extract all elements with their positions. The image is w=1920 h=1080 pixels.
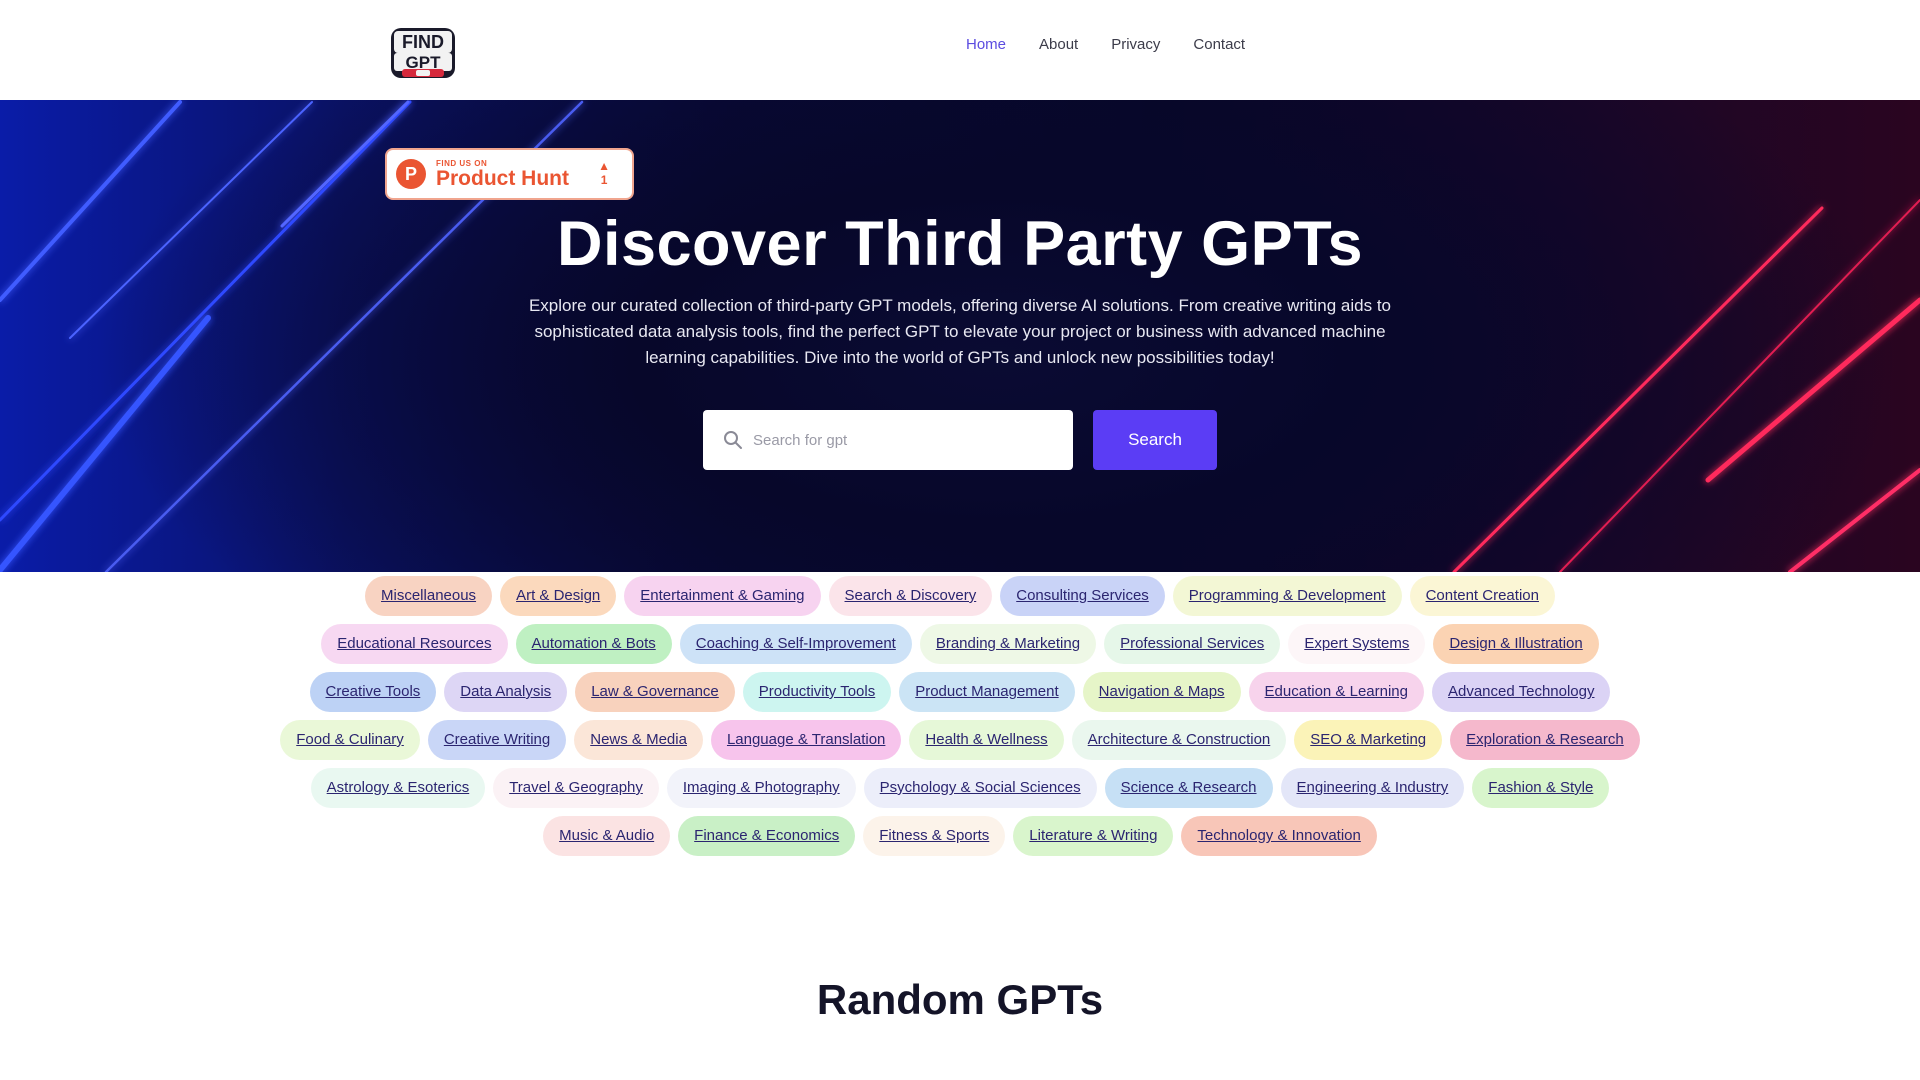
search-input[interactable] <box>753 431 1053 449</box>
product-hunt-logo-icon: P <box>396 159 426 189</box>
category-tag[interactable]: Food & Culinary <box>280 720 420 760</box>
category-tag[interactable]: Fashion & Style <box>1472 768 1610 808</box>
category-tag[interactable]: Education & Learning <box>1248 672 1424 712</box>
product-hunt-name: Product Hunt <box>436 166 569 190</box>
random-gpts-heading: Random GPTs <box>816 976 1104 1023</box>
category-tag[interactable]: Literature & Writing <box>1013 816 1174 856</box>
category-tag[interactable]: Design & Illustration <box>1433 624 1599 664</box>
category-tag[interactable]: Technology & Innovation <box>1181 816 1377 856</box>
hero-description: Explore our curated collection of third-… <box>528 296 1392 367</box>
category-tag[interactable]: Miscellaneous <box>365 576 493 616</box>
category-tag[interactable]: Fitness & Sports <box>863 816 1006 856</box>
nav-contact-link[interactable]: Contact <box>1193 36 1245 53</box>
category-tag[interactable]: Architecture & Construction <box>1071 720 1287 760</box>
category-tag[interactable]: Creative Tools <box>309 672 437 712</box>
main-nav: Home About Privacy Contact <box>966 36 1245 53</box>
category-tag[interactable]: Health & Wellness <box>909 720 1064 760</box>
search-box <box>703 410 1073 470</box>
category-tag[interactable]: Astrology & Esoterics <box>310 768 486 808</box>
category-tag[interactable]: SEO & Marketing <box>1294 720 1443 760</box>
category-tag[interactable]: Psychology & Social Sciences <box>863 768 1097 808</box>
category-tag[interactable]: Science & Research <box>1104 768 1273 808</box>
category-tag[interactable]: Programming & Development <box>1172 576 1402 616</box>
category-tag[interactable]: Content Creation <box>1409 576 1555 616</box>
category-tag[interactable]: Product Management <box>899 672 1075 712</box>
category-tag[interactable]: Imaging & Photography <box>666 768 856 808</box>
product-hunt-votes: ▲ 1 <box>598 159 610 187</box>
site-header: FIND GPT Home About Privacy Contact <box>0 0 1920 100</box>
category-tag[interactable]: Engineering & Industry <box>1280 768 1465 808</box>
category-tag[interactable]: Automation & Bots <box>515 624 672 664</box>
category-tag[interactable]: Entertainment & Gaming <box>624 576 821 616</box>
hero-section: P FIND US ON Product Hunt ▲ 1 Discover T… <box>0 100 1920 572</box>
category-tag[interactable]: Advanced Technology <box>1431 672 1611 712</box>
category-tag[interactable]: Professional Services <box>1104 624 1281 664</box>
category-tag[interactable]: Productivity Tools <box>742 672 892 712</box>
category-tag[interactable]: Branding & Marketing <box>919 624 1097 664</box>
category-tag[interactable]: Search & Discovery <box>828 576 993 616</box>
category-tags: Miscellaneous Art & Design Entertainment &… <box>280 576 1640 856</box>
category-tag[interactable]: Expert Systems <box>1288 624 1426 664</box>
search-icon <box>724 431 742 449</box>
product-hunt-badge[interactable]: P FIND US ON Product Hunt ▲ 1 <box>385 148 634 200</box>
category-tag[interactable]: Travel & Geography <box>493 768 659 808</box>
category-tag[interactable]: Data Analysis <box>444 672 568 712</box>
category-tag[interactable]: Navigation & Maps <box>1082 672 1241 712</box>
category-tag[interactable]: News & Media <box>574 720 703 760</box>
category-tag[interactable]: Finance & Economics <box>678 816 856 856</box>
search-button[interactable]: Search <box>1093 410 1217 470</box>
hero-title: Discover Third Party GPTs <box>556 209 1364 279</box>
svg-text:FIND: FIND <box>402 32 444 52</box>
upvote-triangle-icon: ▲ <box>598 159 610 173</box>
category-tag[interactable]: Creative Writing <box>427 720 567 760</box>
nav-about-link[interactable]: About <box>1039 36 1078 53</box>
category-tag[interactable]: Educational Resources <box>321 624 508 664</box>
category-tag[interactable]: Law & Governance <box>575 672 735 712</box>
category-tag[interactable]: Coaching & Self-Improvement <box>679 624 912 664</box>
category-tag[interactable]: Art & Design <box>500 576 617 616</box>
category-tag[interactable]: Language & Translation <box>710 720 902 760</box>
find-gpt-pro-logo[interactable]: FIND GPT <box>390 25 456 81</box>
category-tag[interactable]: Exploration & Research <box>1450 720 1640 760</box>
nav-home-link[interactable]: Home <box>966 36 1006 53</box>
category-tag[interactable]: Music & Audio <box>543 816 671 856</box>
vote-count: 1 <box>600 173 608 187</box>
nav-privacy-link[interactable]: Privacy <box>1111 36 1160 53</box>
category-tag[interactable]: Consulting Services <box>1000 576 1165 616</box>
